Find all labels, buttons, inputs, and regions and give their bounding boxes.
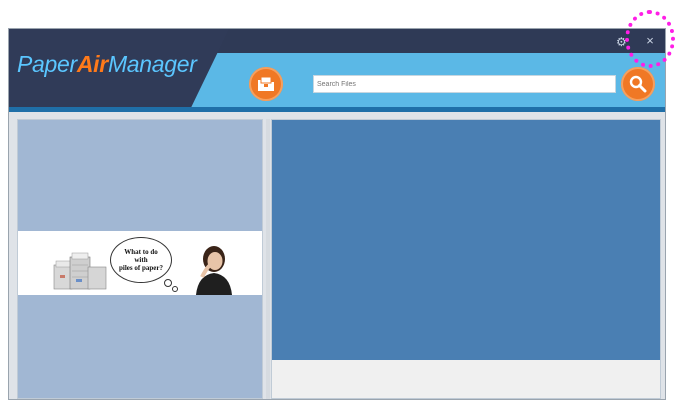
paper-stack-icon [53,252,107,290]
header: PaperAirManager ⚙ × [9,29,665,112]
close-button[interactable]: × [642,33,658,49]
bubble-line-1: What to do [124,248,158,256]
logo-text-manager: Manager [107,51,197,77]
bubble-dot [164,279,172,287]
app-window: PaperAirManager ⚙ × [8,28,666,400]
logo-text-paper: Paper [17,51,77,77]
bubble-line-2: with [134,256,148,264]
app-logo: PaperAirManager [17,51,197,78]
welcome-banner: What to do with piles of paper? [18,231,262,295]
panel-splitter[interactable] [266,119,270,399]
bubble-line-3: piles of paper? [119,264,163,272]
logo-text-air: Air [76,51,108,77]
search-icon [629,75,647,93]
thinking-woman-icon [196,246,232,295]
file-list-panel[interactable]: What to do with piles of paper? [17,119,263,399]
header-divider [9,107,665,112]
preview-panel [271,119,661,399]
document-preview [272,120,660,360]
thought-bubble: What to do with piles of paper? [110,237,172,283]
gear-icon[interactable]: ⚙ [616,36,628,48]
folder-icon [258,76,274,91]
search-button[interactable] [621,67,655,101]
search-input[interactable] [313,75,616,93]
bubble-dot [172,286,178,292]
open-folder-button[interactable] [249,67,283,101]
